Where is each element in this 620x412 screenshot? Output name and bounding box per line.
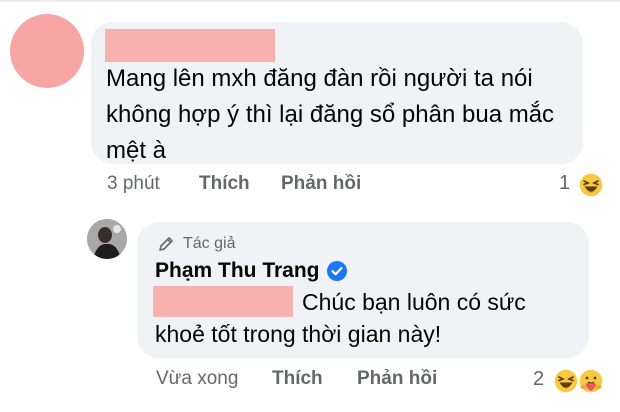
author-avatar[interactable] [87, 219, 127, 259]
reply-text-line1: Chúc bạn luôn có sức [302, 289, 526, 315]
mentioned-name-redacted [153, 286, 293, 317]
like-button[interactable]: Thích [272, 368, 323, 390]
comment-timestamp[interactable]: 3 phút [107, 173, 160, 195]
reaction-count[interactable]: 2 [533, 368, 544, 391]
commenter-name-redacted [105, 29, 275, 62]
reply-button[interactable]: Phản hồi [281, 173, 361, 195]
commenter-avatar[interactable] [10, 14, 84, 88]
reply-button[interactable]: Phản hồi [357, 368, 437, 390]
pencil-icon [159, 237, 173, 251]
author-badge-label: Tác giả [183, 235, 236, 252]
author-name[interactable]: Phạm Thu Trang [155, 259, 320, 283]
reply-timestamp[interactable]: Vừa xong [156, 368, 238, 390]
verified-check-icon [327, 261, 347, 281]
like-button[interactable]: Thích [199, 173, 250, 195]
top-divider [0, 0, 620, 2]
reaction-count[interactable]: 1 [559, 172, 570, 195]
haha-icon[interactable] [578, 172, 604, 198]
reply-text-line2: khoẻ tốt trong thời gian này! [155, 321, 442, 347]
comment-text: Mang lên mxh đăng đàn rồi người ta nói k… [106, 65, 555, 164]
care-icon[interactable] [578, 368, 604, 394]
haha-icon[interactable] [553, 368, 579, 394]
